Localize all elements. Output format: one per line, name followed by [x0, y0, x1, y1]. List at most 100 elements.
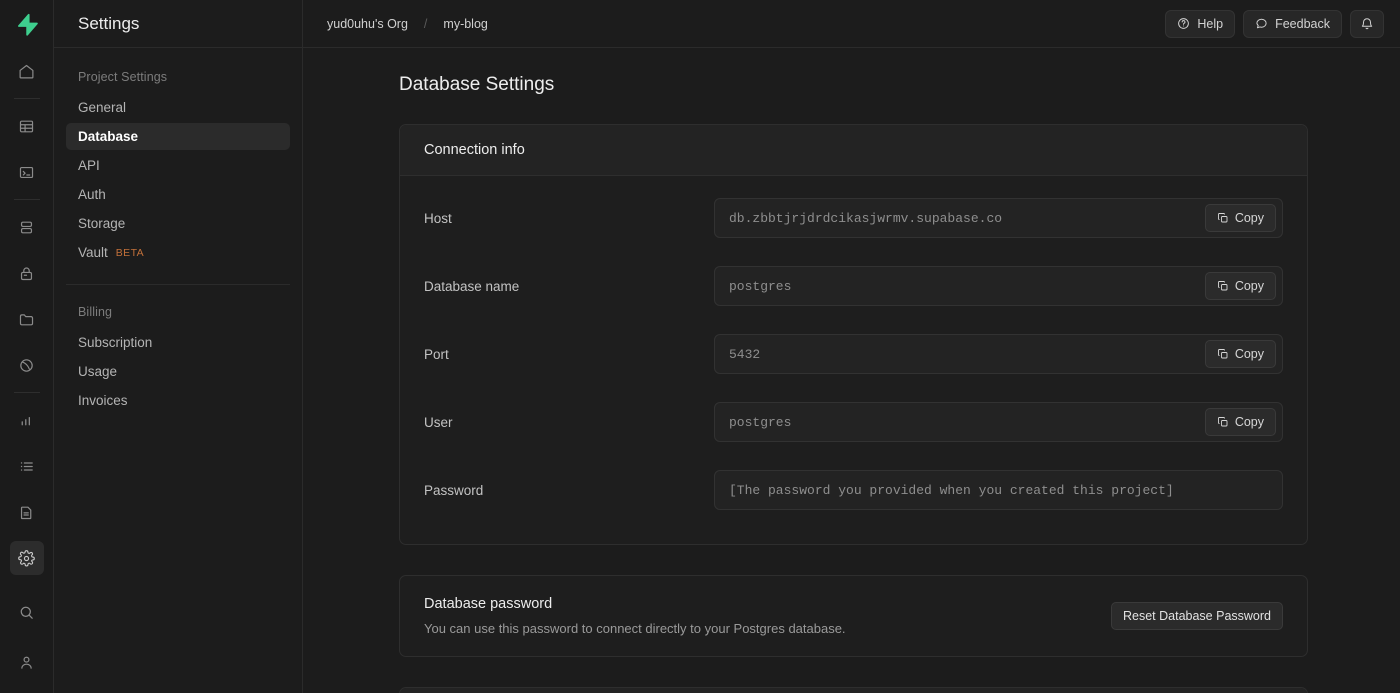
field-row-password: Password [The password you provided when… [424, 456, 1283, 524]
field-value: db.zbbtjrjdrdcikasjwrmv.supabase.co [729, 210, 1003, 226]
database-password-description: You can use this password to connect dir… [424, 621, 846, 636]
icon-rail [0, 0, 54, 693]
nav-group-label-billing: Billing [78, 305, 113, 319]
bell-icon [1360, 17, 1374, 31]
sidebar-item-label: Vault [78, 245, 108, 260]
chat-bubble-icon [1255, 17, 1268, 30]
user-input[interactable]: postgres Copy [714, 402, 1283, 442]
connection-info-body: Host db.zbbtjrjdrdcikasjwrmv.supabase.co [400, 176, 1307, 544]
port-input[interactable]: 5432 Copy [714, 334, 1283, 374]
copy-icon [1217, 212, 1229, 224]
database-icon[interactable] [10, 210, 44, 244]
sidebar-item-label: API [78, 158, 100, 173]
sidebar-item-label: Storage [78, 216, 126, 231]
connection-info-panel: Connection info Host db.zbbtjrjdrdcikasj… [399, 124, 1308, 545]
field-value: 5432 [729, 346, 761, 362]
copy-icon [1217, 348, 1229, 360]
supabase-logo[interactable] [0, 0, 54, 48]
host-input[interactable]: db.zbbtjrjdrdcikasjwrmv.supabase.co Copy [714, 198, 1283, 238]
field-label: Database name [424, 278, 520, 294]
rail-divider [13, 199, 40, 200]
copy-user-button[interactable]: Copy [1204, 408, 1276, 436]
sidebar-title: Settings [78, 13, 140, 33]
sidebar-header: Settings [54, 0, 302, 48]
sidebar-item-invoices[interactable]: Invoices [66, 387, 290, 414]
sidebar-item-vault[interactable]: Vault BETA [66, 239, 290, 266]
rail-divider [13, 98, 40, 99]
main-area: yud0uhu's Org / my-blog Help Feedback Da… [303, 0, 1400, 693]
field-value: [The password you provided when you crea… [729, 482, 1174, 498]
sidebar-item-label: General [78, 100, 127, 115]
top-bar: yud0uhu's Org / my-blog Help Feedback [303, 0, 1400, 48]
help-button[interactable]: Help [1165, 9, 1236, 38]
help-circle-icon [1177, 17, 1190, 30]
feedback-button-label: Feedback [1275, 16, 1330, 31]
sidebar-item-database[interactable]: Database [66, 123, 290, 150]
copy-icon [1217, 280, 1229, 292]
user-icon[interactable] [10, 645, 44, 679]
sidebar-item-api[interactable]: API [66, 152, 290, 179]
password-input[interactable]: [The password you provided when you crea… [714, 470, 1283, 510]
database-password-panel: Database password You can use this passw… [399, 575, 1308, 657]
database-password-title: Database password [424, 596, 553, 612]
copy-label: Copy [1234, 347, 1264, 361]
logs-list-icon[interactable] [10, 449, 44, 483]
notifications-button[interactable] [1350, 9, 1384, 38]
field-label: Port [424, 346, 449, 362]
sidebar-item-storage[interactable]: Storage [66, 210, 290, 237]
sidebar-item-label: Invoices [78, 393, 128, 408]
home-icon[interactable] [10, 54, 44, 88]
connection-string-panel: Connection string [399, 687, 1308, 693]
beta-badge: BETA [115, 246, 145, 259]
sidebar-item-label: Subscription [78, 335, 153, 350]
edge-functions-icon[interactable] [10, 348, 44, 382]
api-docs-icon[interactable] [10, 495, 44, 529]
field-label: User [424, 414, 453, 430]
field-value: postgres [729, 414, 792, 430]
breadcrumb-org[interactable]: yud0uhu's Org [327, 17, 408, 31]
sidebar-item-subscription[interactable]: Subscription [66, 329, 290, 356]
field-label: Host [424, 210, 452, 226]
reset-database-password-button[interactable]: Reset Database Password [1111, 602, 1283, 630]
search-icon[interactable] [10, 595, 44, 629]
sidebar-item-general[interactable]: General [66, 94, 290, 121]
storage-folder-icon[interactable] [10, 302, 44, 336]
feedback-button[interactable]: Feedback [1243, 9, 1342, 38]
help-button-label: Help [1197, 16, 1224, 31]
sidebar-item-label: Database [78, 129, 139, 144]
nav-group-label-project-settings: Project Settings [78, 70, 168, 84]
connection-info-title: Connection info [424, 142, 525, 158]
copy-port-button[interactable]: Copy [1204, 340, 1276, 368]
connection-info-header: Connection info [400, 125, 1307, 176]
settings-sidebar: Settings Project Settings General Databa… [54, 0, 303, 693]
top-bar-actions: Help Feedback [1165, 9, 1384, 38]
field-label: Password [424, 482, 484, 498]
sidebar-item-usage[interactable]: Usage [66, 358, 290, 385]
database-password-body: Database password You can use this passw… [400, 576, 1307, 656]
reports-chart-icon[interactable] [10, 403, 44, 437]
copy-label: Copy [1234, 211, 1264, 225]
sidebar-nav: Project Settings General Database API Au… [54, 48, 302, 416]
field-row-port: Port 5432 Copy [424, 320, 1283, 388]
sidebar-divider [66, 284, 290, 285]
copy-label: Copy [1234, 415, 1264, 429]
breadcrumb-project[interactable]: my-blog [443, 17, 487, 31]
copy-database-name-button[interactable]: Copy [1204, 272, 1276, 300]
copy-label: Copy [1234, 279, 1264, 293]
sql-editor-icon[interactable] [10, 155, 44, 189]
connection-string-header: Connection string [400, 688, 1307, 693]
sidebar-item-label: Usage [78, 364, 118, 379]
field-row-user: User postgres Copy [424, 388, 1283, 456]
gear-icon[interactable] [9, 541, 44, 575]
content-scroll: Database Settings Connection info Host d… [303, 48, 1400, 693]
page-title: Database Settings [399, 74, 555, 95]
database-name-input[interactable]: postgres Copy [714, 266, 1283, 306]
copy-host-button[interactable]: Copy [1204, 204, 1276, 232]
sidebar-item-auth[interactable]: Auth [66, 181, 290, 208]
table-editor-icon[interactable] [10, 109, 44, 143]
rail-divider [13, 392, 40, 393]
auth-lock-icon[interactable] [10, 256, 44, 290]
sidebar-item-label: Auth [78, 187, 106, 202]
field-row-database-name: Database name postgres Copy [424, 252, 1283, 320]
reset-button-label: Reset Database Password [1123, 609, 1271, 623]
